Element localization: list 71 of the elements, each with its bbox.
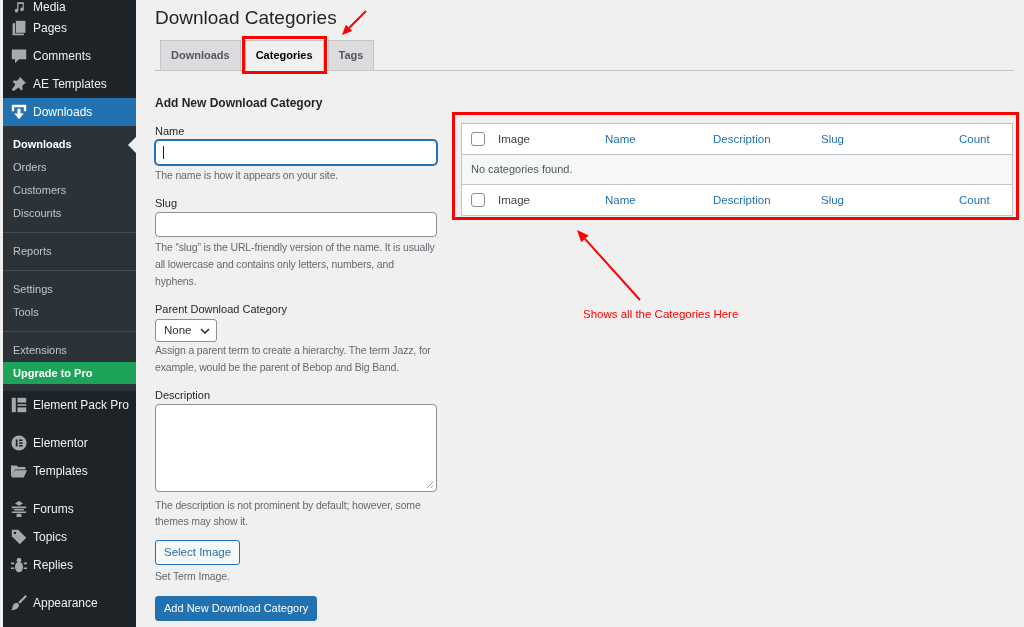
- e-logo-icon: [11, 397, 27, 413]
- menu-item[interactable]: AE Templates: [3, 70, 136, 98]
- menu-item[interactable]: Elementor: [3, 429, 136, 457]
- submit-button[interactable]: Add New Download Category: [155, 596, 318, 621]
- menu-item[interactable]: Media: [3, 0, 136, 14]
- menu-item[interactable]: Topics: [3, 523, 136, 551]
- hint-text: The description is not prominent by default; however, some themes may show it.: [155, 498, 422, 529]
- chevron-icon: [199, 327, 210, 334]
- tab[interactable]: Downloads: [160, 40, 241, 71]
- menu-item[interactable]: Appearance: [3, 589, 136, 617]
- brush-icon: [11, 595, 27, 611]
- hint-text: Assign a parent term to create a hierarchy. The term Jazz, for example, would be the parent of Bebop and Big Band.: [155, 343, 432, 375]
- menu-item[interactable]: Templates: [3, 457, 136, 485]
- select-image-button[interactable]: Select Image: [155, 540, 241, 565]
- text-field[interactable]: [155, 212, 437, 237]
- column-sort-link[interactable]: Description: [713, 133, 771, 145]
- submenu-item[interactable]: Extensions: [3, 339, 136, 362]
- speech-bubble-icon: [11, 48, 27, 64]
- column-sort-link[interactable]: Name: [605, 133, 636, 145]
- folder-icon: [11, 463, 27, 479]
- field-label: Parent Download Category: [155, 302, 289, 317]
- arrow-icon: [574, 228, 644, 302]
- text-field[interactable]: [155, 140, 437, 165]
- submenu-item[interactable]: Customers: [3, 179, 136, 202]
- form-heading: Add New Download Category: [155, 95, 324, 111]
- column-sort-link[interactable]: Count: [959, 194, 990, 206]
- dropdown[interactable]: None: [155, 319, 217, 342]
- pointer-icon: [128, 136, 136, 153]
- tab[interactable]: Tags: [327, 40, 375, 71]
- circle-e-icon: [11, 435, 27, 451]
- submenu-item[interactable]: Tools: [3, 301, 136, 324]
- menu-item[interactable]: Comments: [3, 42, 136, 70]
- field-label: Slug: [155, 196, 179, 211]
- arrow-icon: [339, 9, 368, 37]
- hint-text: Set Term Image.: [155, 569, 231, 584]
- tab[interactable]: Categories: [244, 40, 324, 71]
- column-sort-link[interactable]: Count: [959, 133, 990, 145]
- bug-icon: [11, 557, 27, 573]
- page-title: Download Categories: [155, 6, 337, 30]
- hint-text: The “slug” is the URL-friendly version of the name. It is usually all lowercase and contains only letters, numbers, and hyphens.: [155, 240, 436, 289]
- layers-icon: [11, 501, 27, 517]
- column-sort-link[interactable]: Name: [605, 194, 636, 206]
- checkbox[interactable]: [471, 132, 485, 146]
- resize-grip-icon: [426, 481, 434, 489]
- download-icon: [11, 104, 27, 120]
- checkbox[interactable]: [471, 193, 485, 207]
- field-label: Name: [155, 124, 186, 139]
- menu-item[interactable]: Pages: [3, 14, 136, 42]
- tag-icon: [11, 529, 27, 545]
- callout-text: Shows all the Categories Here: [583, 307, 739, 321]
- music-note-icon: [13, 1, 25, 13]
- column-header: Image: [491, 184, 598, 215]
- text-area[interactable]: [155, 404, 437, 492]
- submenu-item[interactable]: Reports: [3, 240, 136, 263]
- submenu-item[interactable]: Downloads: [3, 133, 136, 156]
- menu-item[interactable]: Element Pack Pro: [3, 391, 136, 419]
- text-cursor: [163, 146, 164, 159]
- submenu-item[interactable]: Orders: [3, 156, 136, 179]
- field-label: Description: [155, 388, 212, 403]
- menu-item[interactable]: Replies: [3, 551, 136, 579]
- menu-item[interactable]: Downloads: [3, 98, 136, 126]
- column-sort-link[interactable]: Description: [713, 194, 771, 206]
- submenu-item[interactable]: Discounts: [3, 202, 136, 225]
- menu-item[interactable]: Forums: [3, 495, 136, 523]
- submenu-item[interactable]: Settings: [3, 278, 136, 301]
- column-sort-link[interactable]: Slug: [821, 133, 845, 145]
- documents-icon: [11, 20, 27, 36]
- hint-text: The name is how it appears on your site.: [155, 168, 340, 183]
- pin-icon: [11, 76, 27, 92]
- empty-message: No categories found.: [462, 155, 1012, 184]
- column-sort-link[interactable]: Slug: [821, 194, 845, 206]
